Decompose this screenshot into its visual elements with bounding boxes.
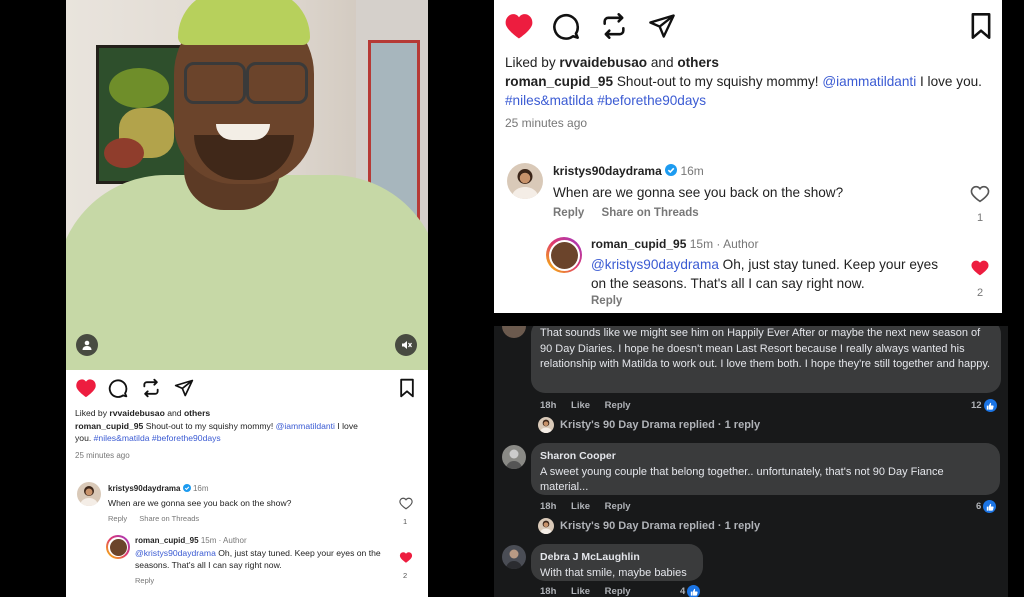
comment-time: 16m — [192, 484, 209, 493]
user-tag-icon[interactable] — [76, 334, 98, 356]
comment-icon[interactable] — [108, 378, 128, 398]
comment-text: When are we gonna see you back on the sh… — [108, 498, 292, 508]
comment-icon[interactable] — [552, 12, 580, 40]
author-badge: Author — [223, 536, 247, 545]
share-icon[interactable] — [648, 12, 676, 40]
reply-link[interactable]: Reply — [591, 295, 622, 307]
liked-by-line: Liked by rvvaidebusao and others — [505, 55, 719, 70]
avatar[interactable] — [502, 545, 526, 569]
reply-like-icon[interactable] — [399, 551, 413, 564]
reply-time: 15m — [200, 536, 217, 545]
like-link[interactable]: Like — [571, 586, 590, 597]
reply-link[interactable]: Reply — [605, 586, 631, 597]
avatar — [538, 518, 554, 534]
bookmark-icon[interactable] — [970, 12, 992, 40]
comment-bubble: Sharon Cooper A sweet young couple that … — [531, 443, 1000, 495]
comment-username[interactable]: kristys90daydrama — [553, 164, 662, 178]
avatar[interactable] — [507, 163, 543, 199]
comment-text: A sweet young couple that belong togethe… — [540, 465, 944, 494]
comment-text: With that smile, maybe babies — [540, 566, 687, 579]
left-instagram-post: Liked by rvvaidebusao and others roman_c… — [66, 0, 428, 597]
commenter-name[interactable]: Sharon Cooper — [540, 449, 991, 465]
reply-like-count: 2 — [977, 287, 984, 299]
reply-like-icon[interactable] — [970, 259, 990, 277]
like-icon — [687, 585, 701, 597]
facebook-comments: That sounds like we might see him on Hap… — [494, 326, 1008, 597]
reply-link[interactable]: Reply — [553, 207, 584, 219]
like-link[interactable]: Like — [571, 501, 590, 512]
caption: roman_cupid_95 Shout-out to my squishy m… — [505, 74, 982, 108]
verified-icon — [182, 484, 191, 492]
avatar[interactable] — [77, 482, 101, 506]
comment-text: That sounds like we might see him on Hap… — [540, 327, 991, 370]
comment-time: 18h — [540, 501, 557, 512]
author-badge: Author — [723, 237, 759, 251]
glasses — [184, 62, 246, 104]
comment-like-count: 1 — [977, 212, 984, 224]
replied-line[interactable]: Kristy's 90 Day Drama replied · 1 reply — [538, 417, 760, 433]
heart-icon[interactable] — [75, 378, 97, 398]
reply-link[interactable]: Reply — [605, 400, 631, 411]
avatar — [538, 417, 554, 433]
comment-like-icon[interactable] — [399, 497, 413, 510]
share-on-threads-link[interactable]: Share on Threads — [602, 207, 699, 219]
liked-by-line: Liked by rvvaidebusao and others — [75, 408, 211, 418]
comment-time: 18h — [540, 400, 557, 411]
caption: roman_cupid_95 Shout-out to my squishy m… — [75, 421, 358, 443]
reply-time: 15m — [689, 237, 714, 251]
repost-icon[interactable] — [600, 12, 628, 40]
zoomed-instagram-post: Liked by rvvaidebusao and others roman_c… — [494, 0, 1002, 313]
like-icon — [983, 399, 997, 412]
comment-text: When are we gonna see you back on the sh… — [553, 185, 844, 200]
reply-username[interactable]: roman_cupid_95 — [591, 237, 686, 251]
replied-line[interactable]: Kristy's 90 Day Drama replied · 1 reply — [538, 518, 760, 534]
repost-icon[interactable] — [141, 378, 161, 398]
comment-like-count: 1 — [403, 517, 408, 526]
share-on-threads-link[interactable]: Share on Threads — [139, 514, 199, 523]
verified-icon — [665, 164, 678, 176]
reply-like-count: 2 — [403, 571, 408, 580]
comment-time: 18h — [540, 586, 557, 597]
green-cap — [178, 0, 310, 45]
avatar[interactable] — [546, 237, 582, 273]
avatar[interactable] — [502, 326, 526, 338]
heart-icon[interactable] — [504, 12, 534, 40]
reaction-count: 12 — [971, 400, 982, 411]
comment-bubble: That sounds like we might see him on Hap… — [531, 326, 1001, 393]
reply-text: @kristys90daydrama Oh, just stay tuned. … — [591, 257, 939, 291]
comment-bubble: Debra J McLaughlin With that smile, mayb… — [531, 544, 703, 581]
reply-link[interactable]: Reply — [135, 576, 154, 585]
commenter-name[interactable]: Debra J McLaughlin — [540, 550, 694, 566]
reply-username[interactable]: roman_cupid_95 — [135, 536, 199, 545]
comment-like-icon[interactable] — [970, 185, 990, 203]
comment-time: 16m — [680, 164, 704, 178]
avatar[interactable] — [502, 445, 526, 469]
reaction-count: 4 — [680, 586, 686, 597]
post-photo[interactable] — [66, 0, 428, 370]
like-icon — [983, 500, 997, 513]
reply-text: @kristys90daydrama Oh, just stay tuned. … — [135, 548, 381, 570]
share-icon[interactable] — [174, 378, 194, 398]
reply-link[interactable]: Reply — [605, 501, 631, 512]
mute-icon[interactable] — [395, 334, 417, 356]
reply-link[interactable]: Reply — [108, 514, 127, 523]
comment-username[interactable]: kristys90daydrama — [108, 484, 181, 493]
post-time: 25 minutes ago — [505, 116, 588, 130]
avatar[interactable] — [106, 535, 130, 559]
bookmark-icon[interactable] — [399, 378, 415, 398]
like-link[interactable]: Like — [571, 400, 590, 411]
post-time: 25 minutes ago — [75, 451, 130, 460]
reaction-count: 6 — [976, 501, 982, 512]
